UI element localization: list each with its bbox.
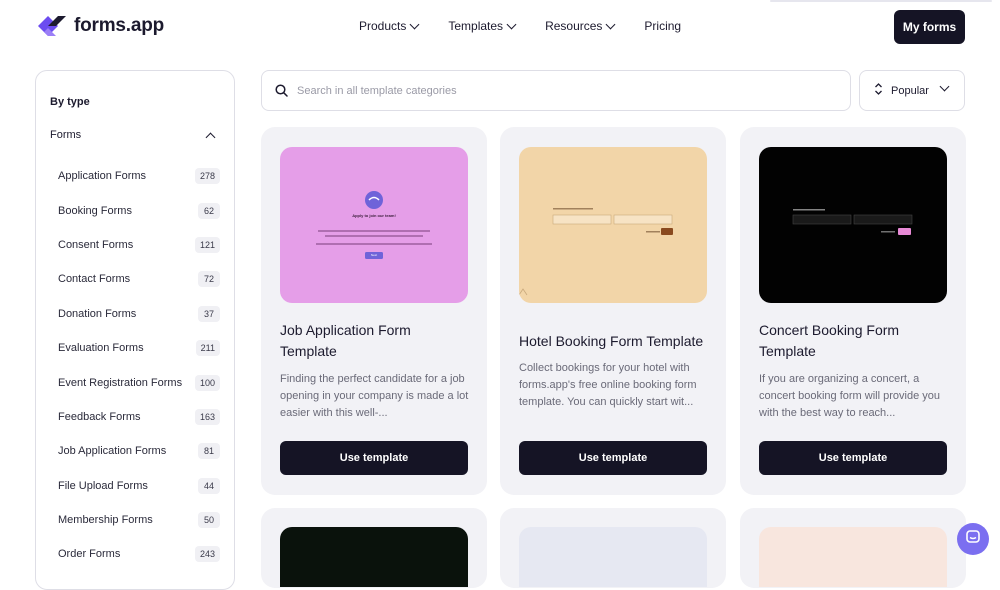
template-preview-image: Apply to join our team! Next: [280, 147, 468, 303]
search-input[interactable]: [297, 84, 817, 97]
sidebar-item-event-registration-forms[interactable]: Event Registration Forms 100: [58, 365, 220, 399]
template-preview-image: [280, 527, 468, 587]
sidebar-item-label: Contact Forms: [58, 273, 131, 286]
sidebar-item-label: Feedback Forms: [58, 410, 141, 423]
count-badge: 278: [194, 168, 220, 185]
template-card-concert-booking[interactable]: Concert Booking Form Template If you are…: [740, 127, 966, 495]
sidebar-list: Application Forms 278 Booking Forms 62 Con…: [58, 159, 220, 572]
count-badge: 211: [195, 340, 220, 357]
count-badge: 72: [198, 271, 220, 288]
chevron-down-icon: [506, 19, 517, 29]
template-card-job-application[interactable]: Apply to join our team! Next Job Applica…: [261, 127, 487, 495]
sidebar-group-label: Forms: [50, 129, 82, 141]
sidebar-item-job-application-forms[interactable]: Job Application Forms 81: [58, 434, 220, 468]
card-title: Hotel Booking Form Template: [519, 333, 704, 349]
count-badge: 37: [198, 305, 220, 322]
template-preview-image: [759, 147, 947, 303]
card-description: Finding the perfect candidate for a job …: [280, 373, 469, 419]
template-preview-image: [519, 147, 707, 303]
nav-pricing-label: Pricing: [644, 19, 682, 33]
forms-app-logo-icon: [36, 13, 68, 39]
template-preview-image: [519, 527, 707, 587]
template-card[interactable]: [740, 508, 966, 588]
sidebar-item-label: Booking Forms: [58, 204, 132, 217]
chevron-down-icon: [605, 19, 616, 29]
nav-resources[interactable]: Resources: [545, 19, 616, 33]
card-title: Concert Booking Form Template: [759, 322, 900, 359]
sidebar-item-label: Membership Forms: [58, 514, 153, 527]
count-badge: 81: [198, 443, 220, 460]
count-badge: 62: [198, 202, 220, 219]
main-nav: Products Templates Resources Pricing: [359, 19, 711, 33]
sort-dropdown[interactable]: Popular: [859, 70, 965, 111]
chat-support-button[interactable]: [957, 523, 989, 555]
nav-templates-label: Templates: [448, 19, 504, 33]
sidebar-item-label: Order Forms: [58, 548, 121, 561]
sidebar-item-label: Consent Forms: [58, 238, 134, 251]
nav-products[interactable]: Products: [359, 19, 420, 33]
nav-templates[interactable]: Templates: [448, 19, 517, 33]
card-description: If you are organizing a concert, a conce…: [759, 373, 940, 419]
sidebar-item-label: Evaluation Forms: [58, 342, 144, 355]
sidebar-item-label: Job Application Forms: [58, 445, 167, 458]
sidebar-item-booking-forms[interactable]: Booking Forms 62: [58, 193, 220, 227]
sidebar-item-evaluation-forms[interactable]: Evaluation Forms 211: [58, 331, 220, 365]
logo[interactable]: forms.app: [36, 13, 164, 39]
sidebar-item-label: Application Forms: [58, 170, 147, 183]
preview-heading: Apply to join our team!: [352, 213, 396, 218]
template-preview-image: [759, 527, 947, 587]
nav-resources-label: Resources: [545, 19, 603, 33]
sidebar-group-forms[interactable]: Forms: [50, 129, 220, 142]
use-template-button[interactable]: Use template: [280, 441, 468, 475]
card-description: Collect bookings for your hotel with for…: [519, 362, 697, 408]
nav-pricing[interactable]: Pricing: [644, 19, 681, 33]
template-card[interactable]: [261, 508, 487, 588]
nav-products-label: Products: [359, 19, 407, 33]
sidebar-item-application-forms[interactable]: Application Forms 278: [58, 159, 220, 193]
sidebar-item-consent-forms[interactable]: Consent Forms 121: [58, 228, 220, 262]
card-title: Job Application Form Template: [280, 322, 411, 359]
chat-bubble-icon: [965, 529, 981, 550]
sort-label: Popular: [891, 84, 929, 97]
count-badge: 50: [198, 512, 220, 529]
chevron-up-icon: [205, 132, 216, 142]
count-badge: 100: [194, 374, 220, 391]
use-template-button[interactable]: Use template: [759, 441, 947, 475]
sort-arrows-icon: [874, 83, 883, 98]
sidebar-title: By type: [50, 96, 90, 108]
sidebar-item-file-upload-forms[interactable]: File Upload Forms 44: [58, 469, 220, 503]
sidebar-item-donation-forms[interactable]: Donation Forms 37: [58, 297, 220, 331]
template-card-hotel-booking[interactable]: Hotel Booking Form Template Collect book…: [500, 127, 726, 495]
sidebar-item-contact-forms[interactable]: Contact Forms 72: [58, 262, 220, 296]
sidebar-item-label: Event Registration Forms: [58, 376, 183, 389]
category-sidebar: By type Forms Application Forms 278 Booki…: [35, 70, 235, 590]
chevron-down-icon: [939, 81, 950, 92]
my-forms-button[interactable]: My forms: [894, 10, 965, 44]
sidebar-item-label: File Upload Forms: [58, 479, 148, 492]
search-icon: [275, 84, 288, 97]
top-edge-bar: [770, 0, 992, 2]
count-badge: 44: [198, 477, 220, 494]
sidebar-item-membership-forms[interactable]: Membership Forms 50: [58, 503, 220, 537]
sidebar-item-feedback-forms[interactable]: Feedback Forms 163: [58, 400, 220, 434]
logo-text: forms.app: [74, 15, 165, 36]
template-card[interactable]: [500, 508, 726, 588]
sidebar-item-order-forms[interactable]: Order Forms 243: [58, 537, 220, 571]
top-header: forms.app Products Templates Resources P…: [0, 0, 1000, 54]
count-badge: 163: [194, 408, 220, 425]
count-badge: 121: [194, 236, 220, 253]
chevron-down-icon: [409, 19, 420, 29]
preview-next-button: Next: [370, 253, 378, 257]
sidebar-item-label: Donation Forms: [58, 307, 137, 320]
search-box[interactable]: [261, 70, 851, 111]
count-badge: 243: [194, 546, 220, 563]
use-template-button[interactable]: Use template: [519, 441, 707, 475]
